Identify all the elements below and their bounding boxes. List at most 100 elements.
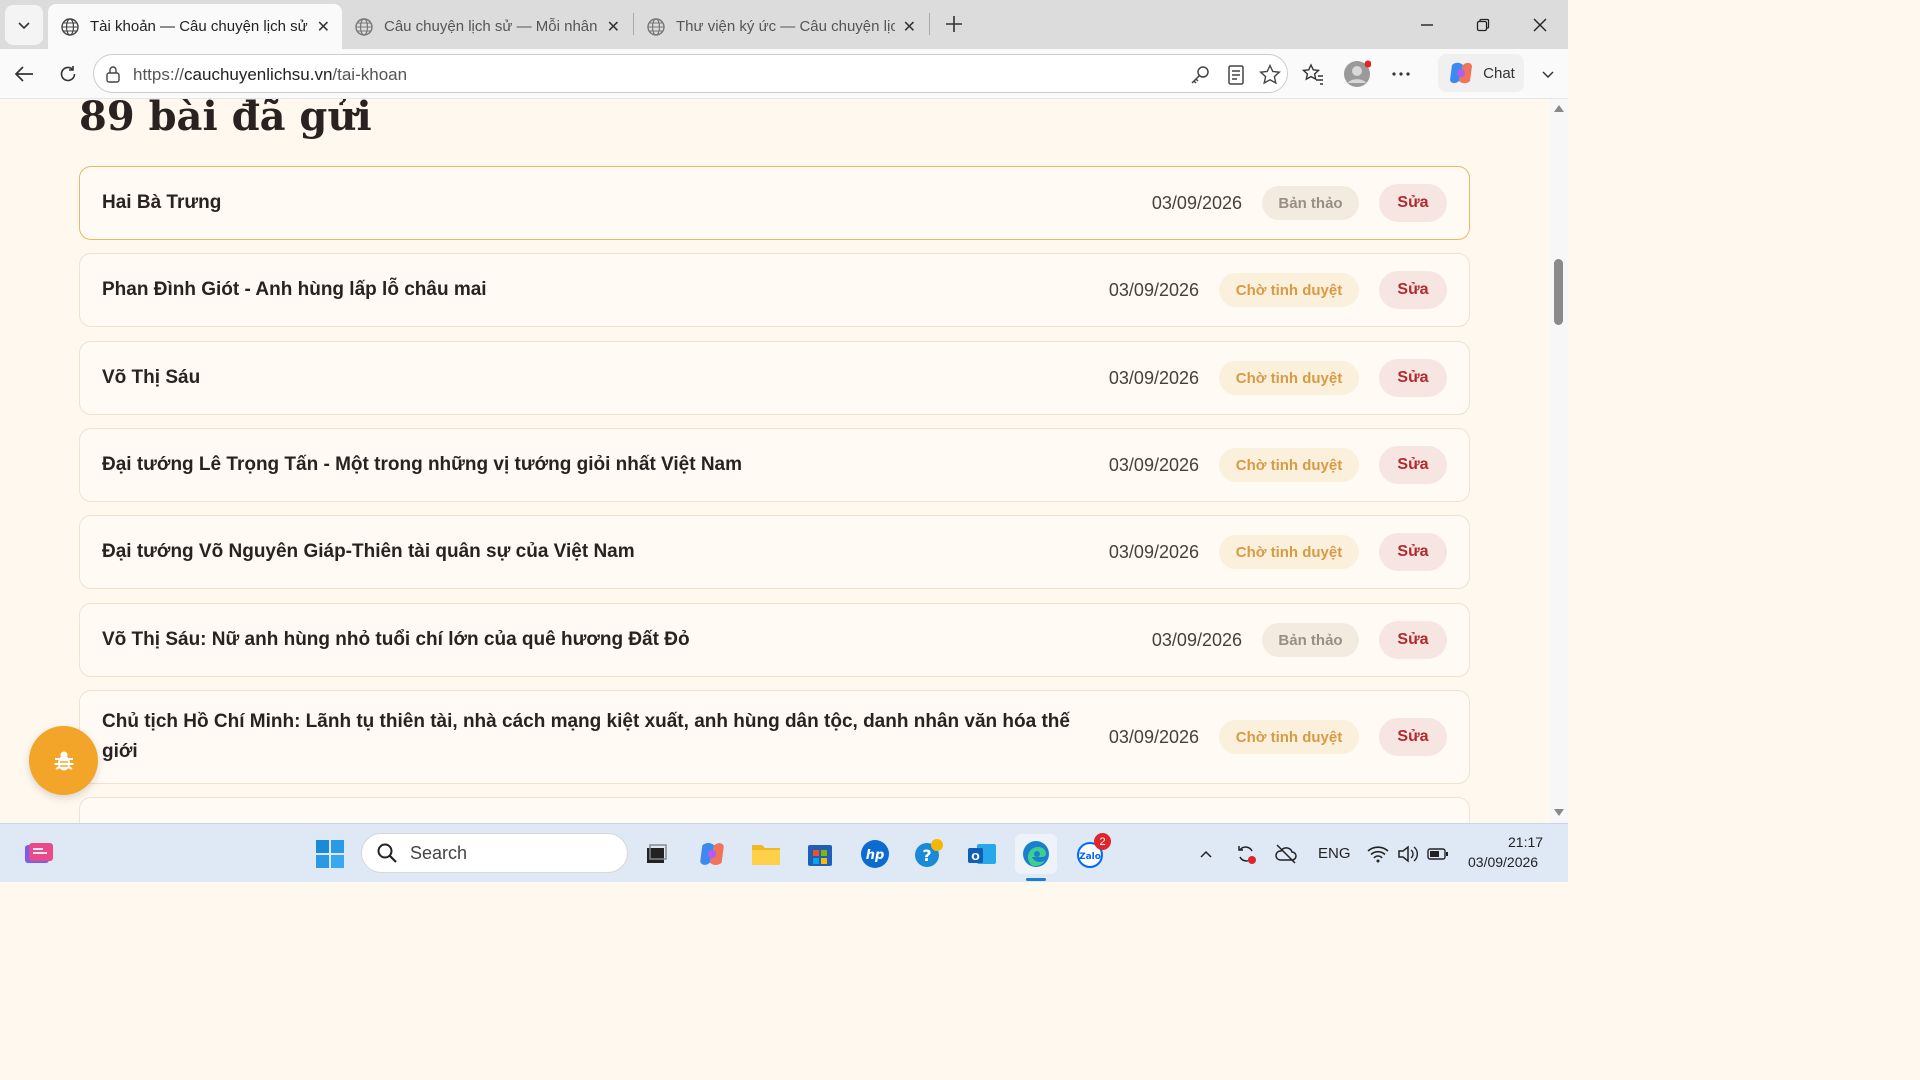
- help-icon: ?: [915, 839, 943, 867]
- post-date: 03/09/2026: [1151, 192, 1242, 213]
- address-bar[interactable]: https://cauchuyenlichsu.vn/tai-khoan: [93, 54, 1288, 93]
- widgets-icon: [25, 843, 53, 863]
- bug-icon: [54, 751, 73, 770]
- battery-icon: [1427, 848, 1448, 860]
- taskbar-search[interactable]: Search: [361, 833, 628, 873]
- start-button[interactable]: [310, 834, 350, 874]
- post-row[interactable]: Hai Bà Trưng 03/09/2026 Bản thảo Sửa: [79, 166, 1470, 240]
- chevron-up-icon: [1200, 850, 1212, 858]
- wifi-icon: [1367, 846, 1389, 863]
- edit-button[interactable]: Sửa: [1379, 718, 1447, 756]
- favorites-button[interactable]: [1297, 58, 1329, 90]
- close-icon[interactable]: ✕: [317, 17, 330, 36]
- language-indicator[interactable]: ENG: [1318, 845, 1351, 862]
- post-title[interactable]: Chủ tịch Hồ Chí Minh: Lãnh tụ thiên tài,…: [102, 707, 1109, 767]
- minimize-button[interactable]: [1402, 8, 1452, 42]
- reader-view-icon[interactable]: [1226, 64, 1246, 86]
- post-date: 03/09/2026: [1108, 367, 1199, 388]
- close-icon[interactable]: ✕: [607, 17, 620, 36]
- hp-app-button[interactable]: hp: [855, 834, 895, 874]
- star-icon[interactable]: [1258, 63, 1282, 87]
- copilot-taskbar-button[interactable]: [692, 834, 732, 874]
- volume-tray-button[interactable]: [1392, 834, 1424, 874]
- tab-title: Thư viện ký ức — Câu chuyện lịch sử: [676, 18, 895, 35]
- post-row[interactable]: Đại tướng Lê Trọng Tấn - Một trong những…: [79, 428, 1470, 502]
- svg-text:O: O: [971, 852, 980, 863]
- active-indicator: [1026, 878, 1046, 881]
- page-scrollbar[interactable]: [1550, 99, 1568, 823]
- tab-list-button[interactable]: [5, 5, 43, 45]
- outlook-button[interactable]: O: [962, 834, 1002, 874]
- search-icon: [377, 843, 397, 863]
- post-row[interactable]: Phan Đình Giót - Anh hùng lấp lỗ châu ma…: [79, 253, 1470, 327]
- url-host: cauchuyenlichsu.vn: [184, 65, 333, 84]
- tab-account[interactable]: Tài khoản — Câu chuyện lịch sử ✕: [48, 4, 342, 49]
- battery-tray-button[interactable]: [1422, 834, 1454, 874]
- clock-time[interactable]: 21:17: [1508, 834, 1543, 850]
- close-icon: [1533, 18, 1547, 32]
- tab-title: Tài khoản — Câu chuyện lịch sử: [90, 18, 308, 35]
- tab-library[interactable]: Thư viện ký ức — Câu chuyện lịch sử ✕: [634, 4, 928, 49]
- edit-button[interactable]: Sửa: [1379, 271, 1447, 309]
- post-row[interactable]: Võ Thị Sáu: Nữ anh hùng nhỏ tuổi chí lớn…: [79, 603, 1470, 677]
- store-button[interactable]: [800, 834, 840, 874]
- post-row[interactable]: Võ Thị Sáu 03/09/2026 Chờ tinh duyệt Sửa: [79, 341, 1470, 415]
- post-title[interactable]: Hai Bà Trưng: [102, 188, 1152, 218]
- close-window-button[interactable]: [1515, 8, 1565, 42]
- edit-button[interactable]: Sửa: [1379, 184, 1447, 222]
- back-button[interactable]: [8, 58, 40, 90]
- show-hidden-icons-button[interactable]: [1188, 834, 1224, 874]
- post-row[interactable]: Chủ tịch Hồ Chí Minh: Lãnh tụ thiên tài,…: [79, 690, 1470, 784]
- folder-icon: [752, 845, 780, 865]
- post-title[interactable]: Võ Thị Sáu: Nữ anh hùng nhỏ tuổi chí lớn…: [102, 625, 1152, 655]
- post-title[interactable]: Võ Thị Sáu: [102, 363, 1109, 393]
- refresh-icon: [60, 66, 76, 82]
- edge-icon: [1023, 841, 1049, 867]
- scroll-thumb[interactable]: [1554, 259, 1563, 325]
- copilot-chat-button[interactable]: Chat: [1438, 54, 1524, 92]
- url-path: /tai-khoan: [332, 65, 408, 84]
- post-row[interactable]: Đại tướng Võ Nguyên Giáp-Thiên tài quân …: [79, 515, 1470, 589]
- clock-date[interactable]: 03/09/2026: [1468, 854, 1538, 870]
- reload-button[interactable]: [52, 58, 84, 90]
- tab-bar: Tài khoản — Câu chuyện lịch sử ✕ Câu chu…: [0, 0, 1568, 49]
- edit-button[interactable]: Sửa: [1379, 621, 1447, 659]
- post-row-partial[interactable]: [79, 797, 1470, 823]
- more-menu-button[interactable]: [1385, 58, 1417, 90]
- new-tab-button[interactable]: [938, 8, 970, 40]
- post-title[interactable]: Đại tướng Võ Nguyên Giáp-Thiên tài quân …: [102, 537, 1109, 567]
- sidebar-toggle-button[interactable]: [1532, 58, 1564, 90]
- page-title: 89 bài đã gửi: [79, 99, 372, 140]
- edit-button[interactable]: Sửa: [1379, 533, 1447, 571]
- onedrive-tray-button[interactable]: [1268, 834, 1304, 874]
- profile-button[interactable]: [1341, 58, 1373, 90]
- close-icon[interactable]: ✕: [903, 17, 916, 36]
- tab-stories[interactable]: Câu chuyện lịch sử — Mỗi nhân chứng ✕: [342, 4, 632, 49]
- wifi-tray-button[interactable]: [1362, 834, 1394, 874]
- plus-icon: [946, 16, 962, 32]
- task-view-button[interactable]: [636, 834, 676, 874]
- status-badge: Chờ tinh duyệt: [1219, 535, 1359, 569]
- file-explorer-button[interactable]: [746, 834, 786, 874]
- post-title[interactable]: Phan Đình Giót - Anh hùng lấp lỗ châu ma…: [102, 275, 1109, 305]
- edit-button[interactable]: Sửa: [1379, 359, 1447, 397]
- edge-taskbar-button[interactable]: [1015, 834, 1057, 881]
- outlook-icon: O: [968, 844, 996, 864]
- edit-button[interactable]: Sửa: [1379, 446, 1447, 484]
- key-icon[interactable]: [1189, 64, 1211, 86]
- status-badge: Bản thảo: [1262, 623, 1359, 657]
- browser-toolbar: https://cauchuyenlichsu.vn/tai-khoan Cha…: [0, 49, 1568, 99]
- page-content: 89 bài đã gửi Hai Bà Trưng 03/09/2026 Bả…: [0, 99, 1550, 823]
- scroll-down-icon[interactable]: [1553, 808, 1565, 818]
- widgets-button[interactable]: [18, 834, 58, 874]
- windows-icon: [316, 840, 344, 868]
- minimize-icon: [1421, 24, 1433, 26]
- zalo-button[interactable]: Zalo 2: [1070, 833, 1111, 874]
- chevron-down-icon: [18, 22, 30, 30]
- post-title[interactable]: Đại tướng Lê Trọng Tấn - Một trong những…: [102, 450, 1109, 480]
- get-help-button[interactable]: ?: [909, 834, 949, 874]
- restore-button[interactable]: [1458, 8, 1508, 42]
- scroll-up-icon[interactable]: [1553, 103, 1565, 113]
- bug-report-button[interactable]: [29, 726, 98, 795]
- sync-tray-button[interactable]: [1228, 834, 1264, 874]
